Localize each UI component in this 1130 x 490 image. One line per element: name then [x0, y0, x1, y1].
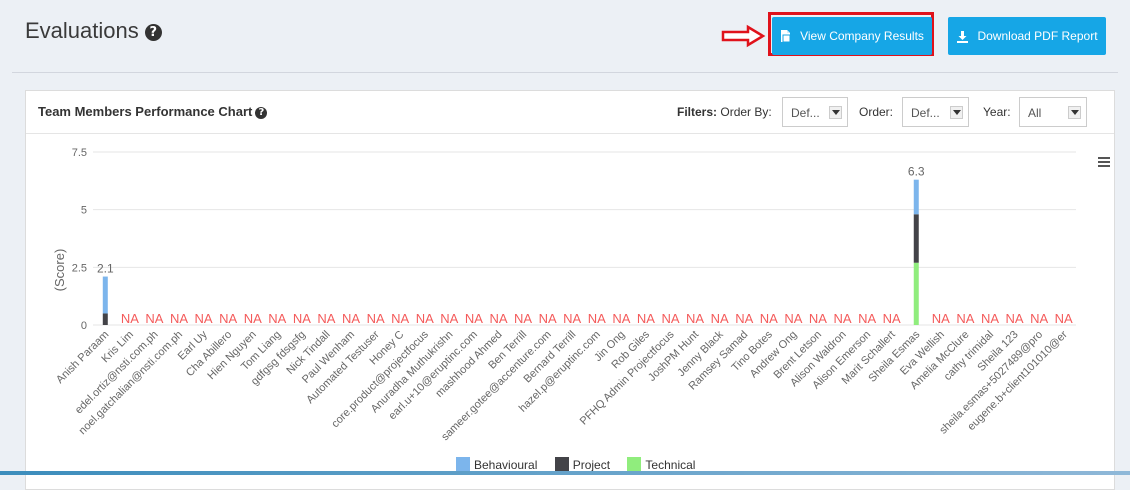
- download-pdf-report-label: Download PDF Report: [977, 29, 1098, 43]
- na-label: NA: [735, 311, 753, 326]
- bar-segment: [913, 179, 919, 215]
- na-label: NA: [809, 311, 827, 326]
- na-label: NA: [1055, 311, 1073, 326]
- document-icon: [781, 30, 791, 43]
- card-title: Team Members Performance Chart?: [38, 104, 268, 119]
- download-pdf-report-button[interactable]: Download PDF Report: [948, 17, 1106, 55]
- order-value: Def...: [911, 106, 940, 120]
- na-label: NA: [637, 311, 655, 326]
- page-title: Evaluations?: [25, 18, 162, 44]
- na-label: NA: [121, 311, 139, 326]
- na-label: NA: [391, 311, 409, 326]
- na-label: NA: [170, 311, 188, 326]
- bar-segment: [102, 313, 108, 325]
- data-label: 6.3: [908, 165, 925, 179]
- chevron-down-icon: [829, 106, 842, 119]
- year-select[interactable]: All: [1019, 97, 1087, 127]
- na-label: NA: [195, 311, 213, 326]
- legend-label-behavioural: Behavioural: [474, 458, 538, 472]
- data-label: 2.1: [97, 262, 114, 276]
- legend-item-technical[interactable]: Technical: [627, 457, 695, 472]
- na-label: NA: [883, 311, 901, 326]
- performance-chart-card: Team Members Performance Chart? Filters:…: [25, 90, 1115, 490]
- na-label: NA: [244, 311, 262, 326]
- na-label: NA: [465, 311, 483, 326]
- na-label: NA: [588, 311, 606, 326]
- na-label: NA: [858, 311, 876, 326]
- card-header: Team Members Performance Chart? Filters:…: [26, 91, 1114, 134]
- na-label: NA: [219, 311, 237, 326]
- na-label: NA: [784, 311, 802, 326]
- y-tick-label: 2.5: [72, 262, 87, 274]
- order-label: Order:: [859, 105, 894, 119]
- legend-item-project[interactable]: Project: [554, 457, 611, 472]
- chevron-down-icon: [950, 106, 963, 119]
- na-label: NA: [612, 311, 630, 326]
- y-tick-label: 0: [81, 320, 87, 332]
- na-label: NA: [1006, 311, 1024, 326]
- help-icon[interactable]: ?: [255, 106, 268, 119]
- na-label: NA: [489, 311, 507, 326]
- na-label: NA: [563, 311, 581, 326]
- na-label: NA: [834, 311, 852, 326]
- filters-label: Filters:: [677, 105, 718, 119]
- bar-segment: [102, 276, 108, 314]
- legend-label-technical: Technical: [645, 458, 696, 472]
- na-label: NA: [342, 311, 360, 326]
- help-icon[interactable]: ?: [144, 23, 162, 41]
- na-label: NA: [1030, 311, 1048, 326]
- bar-segment: [913, 262, 919, 325]
- view-company-results-label: View Company Results: [800, 29, 924, 43]
- na-label: NA: [514, 311, 532, 326]
- bar-segment: [913, 214, 919, 263]
- card-title-text: Team Members Performance Chart: [38, 104, 253, 119]
- na-label: NA: [317, 311, 335, 326]
- header-divider: [12, 72, 1118, 73]
- order-by-label: Order By:: [720, 105, 772, 119]
- download-icon: [957, 30, 969, 43]
- legend-label-project: Project: [572, 458, 611, 472]
- page-title-text: Evaluations: [25, 18, 139, 43]
- na-label: NA: [760, 311, 778, 326]
- y-tick-label: 5: [81, 205, 87, 217]
- order-by-select[interactable]: Def...: [782, 97, 848, 127]
- legend: Behavioural Project Technical: [456, 457, 695, 472]
- arrow-right-icon: [721, 24, 766, 48]
- na-label: NA: [367, 311, 385, 326]
- na-label: NA: [293, 311, 311, 326]
- na-label: NA: [539, 311, 557, 326]
- chart-svg: 02.557.5Anish ParaamNAKris LimNAedel.ort…: [52, 147, 1076, 443]
- na-label: NA: [932, 311, 950, 326]
- chevron-down-icon: [1068, 106, 1081, 119]
- y-tick-label: 7.5: [72, 147, 87, 159]
- na-label: NA: [686, 311, 704, 326]
- na-label: NA: [440, 311, 458, 326]
- view-company-results-button[interactable]: View Company Results: [772, 17, 932, 55]
- order-select[interactable]: Def...: [902, 97, 969, 127]
- na-label: NA: [268, 311, 286, 326]
- y-axis-title: (Score): [52, 249, 67, 292]
- page-header: Evaluations? View Company Results Downlo…: [0, 0, 1130, 72]
- na-label: NA: [661, 311, 679, 326]
- na-label: NA: [145, 311, 163, 326]
- na-label: NA: [711, 311, 729, 326]
- na-label: NA: [416, 311, 434, 326]
- year-label: Year:: [983, 105, 1011, 119]
- order-by-value: Def...: [791, 106, 820, 120]
- footer-bar: [0, 471, 1130, 475]
- na-label: NA: [981, 311, 999, 326]
- legend-item-behavioural[interactable]: Behavioural: [456, 457, 537, 472]
- na-label: NA: [956, 311, 974, 326]
- year-value: All: [1028, 106, 1042, 120]
